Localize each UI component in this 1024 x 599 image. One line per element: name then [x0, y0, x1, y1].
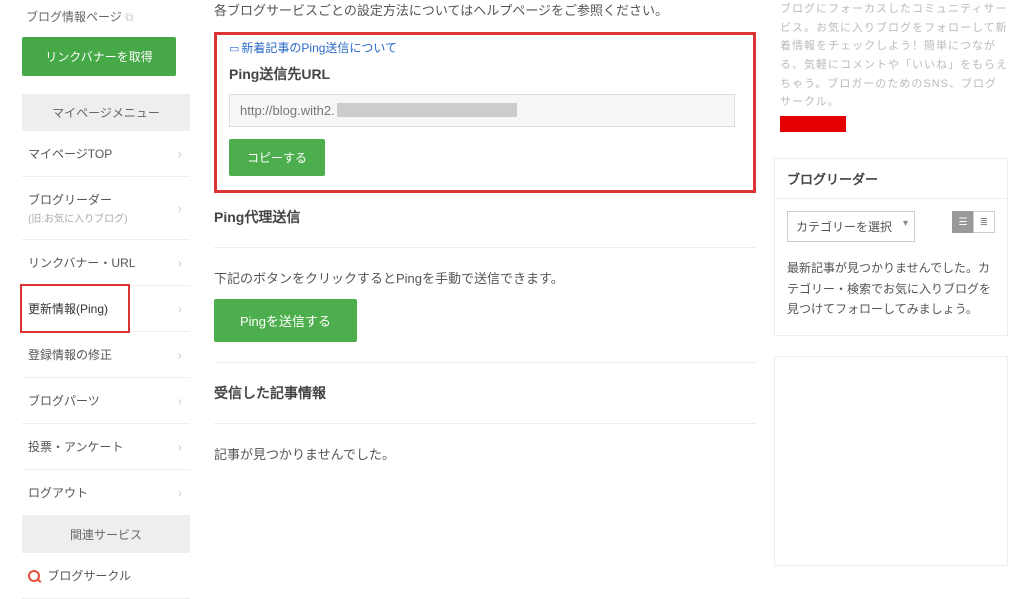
sidebar-item-label: マイページTOP [28, 147, 112, 161]
get-link-banner-button[interactable]: リンクバナーを取得 [22, 37, 176, 76]
sidebar-item-mypage-top[interactable]: マイページTOP › [22, 131, 190, 177]
sidebar-item-label: ブログリーダー [28, 193, 112, 207]
sidebar-item-update-ping[interactable]: 更新情報(Ping) › [22, 286, 190, 332]
ping-proxy-title: Ping代理送信 [214, 207, 756, 227]
blog-circle-icon [28, 570, 40, 582]
received-title: 受信した記事情報 [214, 383, 756, 403]
blog-info-link[interactable]: ブログ情報ページ ⧉ [22, 4, 190, 29]
document-icon: ▭ [229, 43, 239, 55]
ping-url-section: ▭新着記事のPing送信について Ping送信先URL http://blog.… [214, 32, 756, 193]
link-text: 新着記事のPing送信について [241, 41, 397, 55]
copy-button[interactable]: コピーする [229, 139, 325, 176]
promo-body: ブログにフォーカスしたコミュニティサービス。お気に入りブログをフォローして新着情… [780, 3, 1008, 108]
sidebar-item-label: 投票・アンケート [28, 440, 124, 454]
related-services-header: 関連サービス [22, 516, 190, 553]
ad-panel [774, 356, 1008, 566]
blog-info-label: ブログ情報ページ [26, 10, 122, 24]
sidebar-item-label: リンクバナー・URL [28, 256, 135, 270]
sidebar-item-label: 登録情報の修正 [28, 348, 112, 362]
sidebar-item-label: ブログサークル [47, 569, 131, 583]
sidebar-item-edit-registration[interactable]: 登録情報の修正 › [22, 332, 190, 378]
view-toggle: ☰ ≣ [953, 211, 995, 233]
main-content: 各ブログサービスごとの設定方法についてはヘルプページをご参照ください。 ▭新着記… [190, 0, 774, 504]
promo-text: ブログにフォーカスしたコミュニティサービス。お気に入りブログをフォローして新着情… [774, 0, 1008, 140]
chevron-right-icon: › [178, 146, 182, 161]
sidebar: ブログ情報ページ ⧉ リンクバナーを取得 マイページメニュー マイページTOP … [0, 0, 190, 504]
chevron-right-icon: › [178, 347, 182, 362]
send-ping-button[interactable]: Pingを送信する [214, 299, 357, 342]
intro-text: 各ブログサービスごとの設定方法についてはヘルプページをご参照ください。 [214, 0, 756, 22]
received-empty-text: 記事が見つかりませんでした。 [214, 444, 756, 463]
view-list-icon[interactable]: ☰ [952, 211, 974, 233]
masked-url-part [337, 103, 517, 117]
sidebar-item-blog-reader[interactable]: ブログリーダー (旧:お気に入りブログ) › [22, 177, 190, 240]
sidebar-item-label: ブログパーツ [28, 394, 100, 408]
blog-reader-title: ブログリーダー [775, 159, 1007, 199]
sidebar-item-logout[interactable]: ログアウト › [22, 470, 190, 516]
chevron-right-icon: › [178, 255, 182, 270]
chevron-right-icon: › [178, 201, 182, 216]
ping-proxy-desc: 下記のボタンをクリックするとPingを手動で送信できます。 [214, 268, 756, 287]
mypage-menu: マイページTOP › ブログリーダー (旧:お気に入りブログ) › リンクバナー… [22, 131, 190, 516]
view-grid-icon[interactable]: ≣ [973, 211, 995, 233]
right-column: ブログにフォーカスしたコミュニティサービス。お気に入りブログをフォローして新着情… [774, 0, 1024, 504]
promo-highlight [780, 116, 846, 132]
mypage-menu-header: マイページメニュー [22, 94, 190, 131]
category-select[interactable]: カテゴリーを選択 [787, 211, 915, 242]
received-articles-section: 受信した記事情報 記事が見つかりませんでした。 [214, 383, 756, 463]
chevron-right-icon: › [178, 439, 182, 454]
sidebar-item-sub: (旧:お気に入りブログ) [28, 210, 182, 225]
ping-url-title: Ping送信先URL [229, 64, 741, 84]
external-icon: ⧉ [125, 10, 134, 24]
sidebar-item-vote-survey[interactable]: 投票・アンケート › [22, 424, 190, 470]
chevron-right-icon: › [178, 485, 182, 500]
sidebar-item-label: ログアウト [28, 486, 88, 500]
sidebar-item-blog-parts[interactable]: ブログパーツ › [22, 378, 190, 424]
sidebar-item-blog-circle[interactable]: ブログサークル [22, 553, 190, 599]
reader-empty-text: 最新記事が見つかりませんでした。カテゴリー・検索でお気に入りブログを見つけてフォ… [787, 254, 995, 323]
new-post-ping-link[interactable]: ▭新着記事のPing送信について [229, 41, 397, 55]
ping-proxy-section: Ping代理送信 下記のボタンをクリックするとPingを手動で送信できます。 P… [214, 207, 756, 342]
ping-url-value: http://blog.with2. [240, 103, 335, 118]
chevron-right-icon: › [178, 393, 182, 408]
ping-url-field[interactable]: http://blog.with2. [229, 94, 735, 127]
sidebar-item-label: 更新情報(Ping) [28, 302, 108, 316]
sidebar-item-link-banner-url[interactable]: リンクバナー・URL › [22, 240, 190, 286]
blog-reader-panel: ブログリーダー カテゴリーを選択 ☰ ≣ 最新記事が見つかりませんでした。カテゴ… [774, 158, 1008, 336]
chevron-right-icon: › [178, 301, 182, 316]
